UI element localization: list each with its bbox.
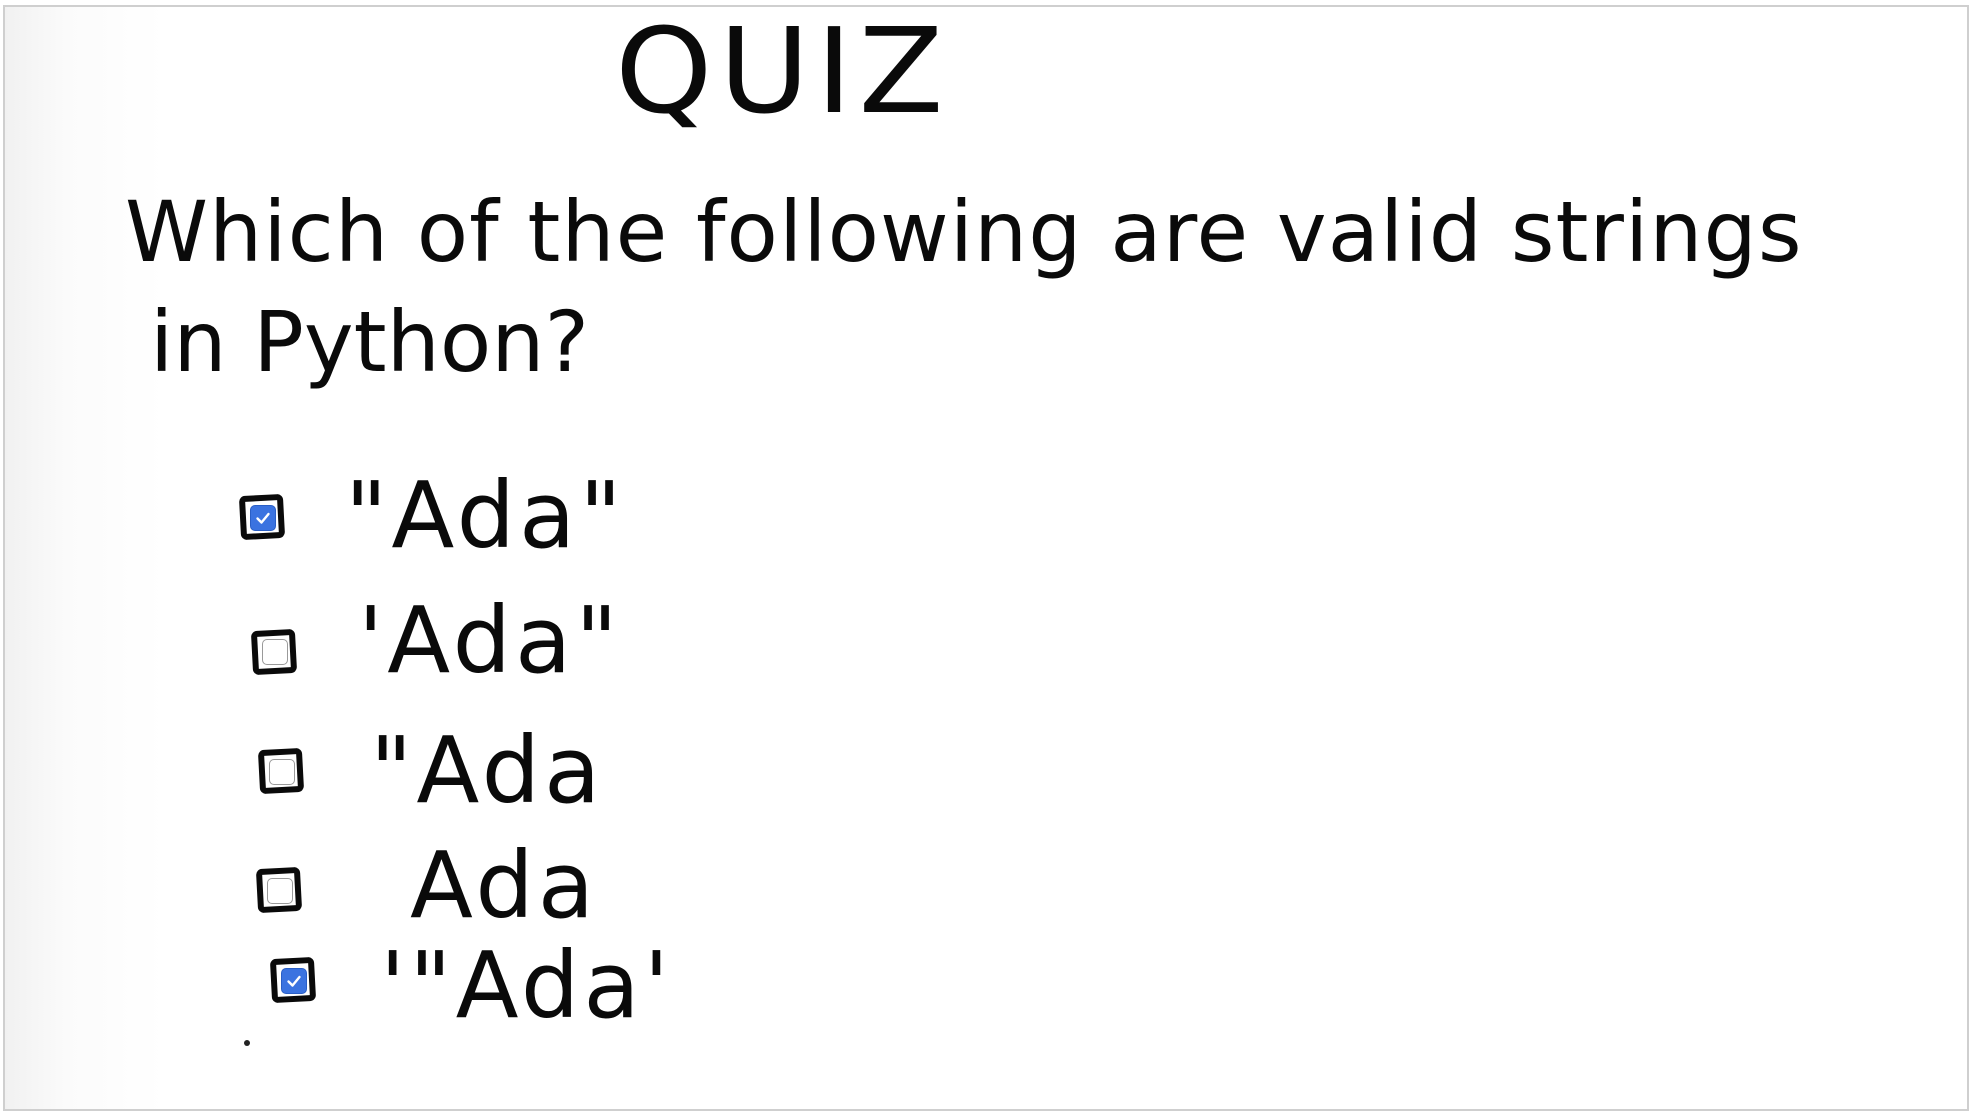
answer-label-5: '"Ada': [380, 932, 673, 1039]
answer-option-3: "Ada: [245, 717, 845, 824]
answer-checkbox-5[interactable]: [281, 968, 307, 994]
answer-option-2: 'Ada": [240, 587, 840, 694]
check-icon: [256, 512, 270, 524]
quiz-canvas: QUIZ Which of the following are valid st…: [0, 0, 1974, 1116]
question-text-line-2: in Python?: [150, 293, 590, 391]
answer-checkbox-2[interactable]: [262, 639, 288, 665]
answer-label-2: 'Ada": [358, 587, 622, 694]
answer-checkbox-4[interactable]: [267, 878, 293, 904]
answer-checkbox-3[interactable]: [269, 759, 295, 785]
answer-label-1: "Ada": [345, 462, 626, 569]
quiz-title: QUIZ: [615, 2, 950, 140]
answer-label-3: "Ada: [370, 717, 605, 824]
answer-checkbox-1[interactable]: [250, 505, 276, 531]
answer-label-4: Ada: [410, 832, 599, 939]
ink-dot: [244, 1040, 250, 1046]
answer-option-1: "Ada": [230, 462, 830, 569]
answer-option-4: Ada: [240, 832, 840, 939]
answer-option-5: '"Ada': [265, 932, 865, 1039]
check-icon: [287, 975, 301, 987]
question-text-line-1: Which of the following are valid strings: [125, 183, 1803, 281]
